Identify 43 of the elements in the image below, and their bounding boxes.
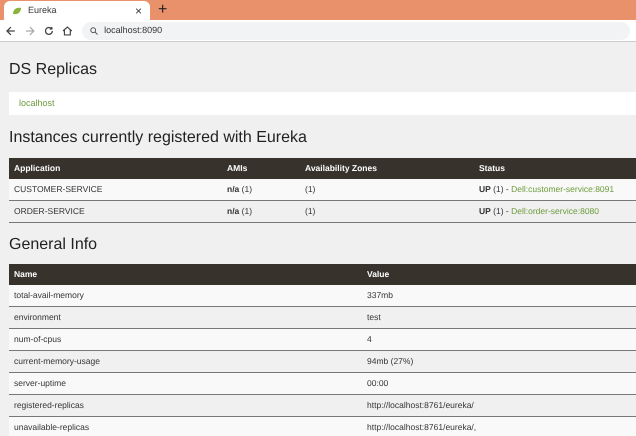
table-cell-text: ORDER-SERVICE [13,205,86,218]
column-header: AMIs [226,162,248,175]
new-tab-button[interactable]: + [158,2,168,18]
table-cell-text: 94mb (27%) [366,355,414,368]
column-header: Value [366,268,390,281]
table-cell-text: UP (1) - Dell:customer-service:8091 [478,183,616,196]
section-heading: DS Replicas [9,60,98,80]
table-cell-text: num-of-cpus [13,333,62,346]
tab-title: Eureka [28,4,58,17]
table-cell-text: server-uptime [13,377,67,390]
column-header: Availability Zones [304,162,378,175]
reload-icon[interactable] [44,26,54,36]
column-header: Application [13,162,62,175]
table-cell-text: (1) [304,205,316,218]
table-cell-text: unavailable-replicas [13,421,90,434]
column-header: Status [478,162,506,175]
table-cell-text: current-memory-usage [13,355,101,368]
table-cell-text: (1) [304,183,316,196]
table-cell-text: total-avail-memory [13,289,85,302]
browser-tab[interactable]: Eureka × [4,1,150,20]
leaf-icon [12,6,22,14]
url-text: localhost:8090 [104,24,162,37]
section-heading: Instances currently registered with Eureka [9,128,308,148]
table-cell-text: n/a (1) [226,205,254,218]
table-cell-text: http://localhost:8761/eureka/, [366,421,478,434]
table-cell-text: environment [13,311,62,324]
table-cell-text: http://localhost:8761/eureka/ [366,399,475,412]
back-icon[interactable] [6,26,16,36]
table-cell-text: n/a (1) [226,183,254,196]
close-icon[interactable]: × [134,4,142,16]
table-cell-text: UP (1) - Dell:order-service:8080 [478,205,600,218]
table-cell-text: CUSTOMER-SERVICE [13,183,104,196]
table-cell-text: 337mb [366,289,394,302]
table-cell-text: registered-replicas [13,399,85,412]
home-icon[interactable] [62,26,74,36]
replica-link[interactable]: localhost [19,96,55,110]
section-heading: General Info [9,235,98,255]
table-cell-text: 00:00 [366,377,390,390]
address-bar[interactable]: localhost:8090 [82,22,630,40]
table-cell-text: test [366,311,382,324]
column-header: Name [13,268,38,281]
search-icon [90,26,98,34]
table-cell-text: 4 [366,333,373,346]
